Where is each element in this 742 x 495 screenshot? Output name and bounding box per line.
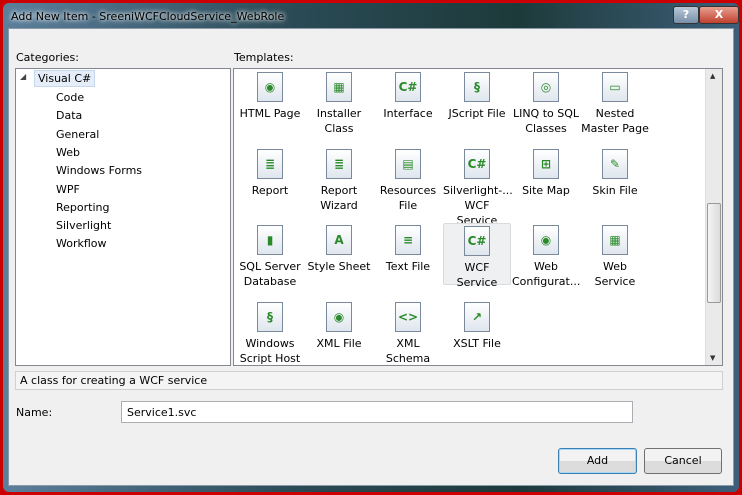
template-label: Site Map [522,183,570,197]
template-label: Interface [383,107,433,120]
database-icon: ▮ [257,225,283,255]
tree-item-web[interactable]: Web [56,146,80,159]
template-label: WCF Service [456,261,498,289]
template-label: Installer Class [316,107,362,135]
template-label: Report [251,183,289,197]
templates-label: Templates: [234,51,294,64]
template-label: Silverlight-... WCF Service [443,183,513,227]
template-item[interactable]: ≡ Text File [374,223,442,285]
template-description: A class for creating a WCF service [15,371,723,390]
template-item[interactable]: ▦ Web Service [581,223,649,288]
close-button[interactable]: X [699,6,739,24]
tree-item-data[interactable]: Data [56,109,82,122]
template-label: Report Wizard [320,183,358,212]
tree-item-wpf[interactable]: WPF [56,183,80,196]
template-label: LINQ to SQL Classes [512,107,580,135]
resources-file-icon: ▤ [395,148,421,179]
style-sheet-icon: A [326,225,352,255]
scroll-up-icon[interactable]: ▲ [710,72,715,80]
template-label: HTML Page [239,107,301,120]
script-host-icon: § [257,301,283,332]
skin-file-icon: ✎ [602,148,628,179]
template-item[interactable]: ▭ Nested Master Page [581,70,649,135]
tree-item-reporting[interactable]: Reporting [56,201,109,214]
template-label: SQL Server Database [239,260,301,288]
scroll-down-icon[interactable]: ▼ [710,354,715,362]
template-item[interactable]: ▮ SQL Server Database [236,223,304,288]
template-label: Style Sheet [307,260,371,273]
template-item[interactable]: ◉ Web Configurat... [512,223,581,288]
name-input[interactable] [121,401,633,423]
template-item[interactable]: ▤ Resources File [374,147,442,212]
wcf-service-icon: C# [464,226,490,256]
installer-class-icon: ▦ [326,72,352,102]
template-label: XML File [316,336,362,350]
template-item[interactable]: ⊞ Site Map [512,147,580,209]
name-label: Name: [16,406,53,419]
template-label: Windows Script Host [239,336,301,365]
templates-scrollbar[interactable]: ▲ ▼ [705,69,722,365]
template-item[interactable]: <> XML Schema [374,300,442,365]
template-item[interactable]: § Windows Script Host [236,300,304,365]
template-item[interactable]: C# WCF Service [443,223,511,289]
report-wizard-icon: ≣ [326,148,352,179]
template-label: Resources File [379,183,437,212]
template-label: Web Configurat... [512,260,581,288]
templates-list[interactable]: ◉ HTML Page ▦ Installer Class C# Interface § JS… [233,68,723,366]
web-config-icon: ◉ [533,225,559,255]
tree-item-code[interactable]: Code [56,91,84,104]
template-label: JScript File [448,107,506,120]
expand-arrow-icon[interactable]: ◢ [20,72,26,81]
template-label: Skin File [592,183,638,197]
xslt-file-icon: ↗ [464,301,490,332]
html-page-icon: ◉ [257,72,283,102]
xml-file-icon: ◉ [326,301,352,332]
jscript-file-icon: § [464,72,490,102]
text-file-icon: ≡ [395,225,421,255]
template-item[interactable]: ◎ LINQ to SQL Classes [512,70,580,135]
categories-tree[interactable]: ◢ Visual C# Code Data General Web Windows Fo… [15,68,231,366]
template-label: Nested Master Page [581,107,649,135]
template-item[interactable]: A Style Sheet [305,223,373,285]
template-item[interactable]: ▦ Installer Class [305,70,373,135]
template-label: Text File [385,260,431,273]
template-label: XML Schema [385,336,431,365]
template-item[interactable]: ✎ Skin File [581,147,649,209]
web-service-icon: ▦ [602,225,628,255]
template-item[interactable]: § JScript File [443,70,511,132]
cancel-button[interactable]: Cancel [644,448,722,474]
tree-item-visual-csharp[interactable]: Visual C# [34,70,96,87]
report-icon: ≣ [257,148,283,179]
xml-schema-icon: <> [395,301,421,332]
template-item[interactable]: ≣ Report Wizard [305,147,373,212]
tree-item-workflow[interactable]: Workflow [56,237,107,250]
dialog-body: Categories: Templates: ▦ ☰ ◢ Visual C# C… [8,28,734,486]
tree-item-windows-forms[interactable]: Windows Forms [56,164,142,177]
site-map-icon: ⊞ [533,148,559,179]
window-title: Add New Item - SreeniWCFCloudService_Web… [11,10,285,23]
template-label: XSLT File [453,336,501,350]
silverlight-wcf-icon: C# [464,148,490,179]
template-label: Web Service [594,260,636,288]
help-button[interactable]: ? [673,6,699,24]
template-item[interactable]: ↗ XSLT File [443,300,511,362]
interface-icon: C# [395,72,421,102]
template-item[interactable]: C# Interface [374,70,442,132]
scroll-thumb[interactable] [707,203,721,303]
template-item[interactable]: ≣ Report [236,147,304,209]
tree-item-general[interactable]: General [56,128,99,141]
linq-to-sql-icon: ◎ [533,72,559,102]
template-item[interactable]: ◉ XML File [305,300,373,362]
categories-label: Categories: [16,51,79,64]
template-item[interactable]: C# Silverlight-... WCF Service [443,147,513,227]
nested-master-page-icon: ▭ [602,72,628,102]
add-button[interactable]: Add [558,448,637,474]
template-item[interactable]: ◉ HTML Page [236,70,304,132]
tree-item-silverlight[interactable]: Silverlight [56,219,111,232]
